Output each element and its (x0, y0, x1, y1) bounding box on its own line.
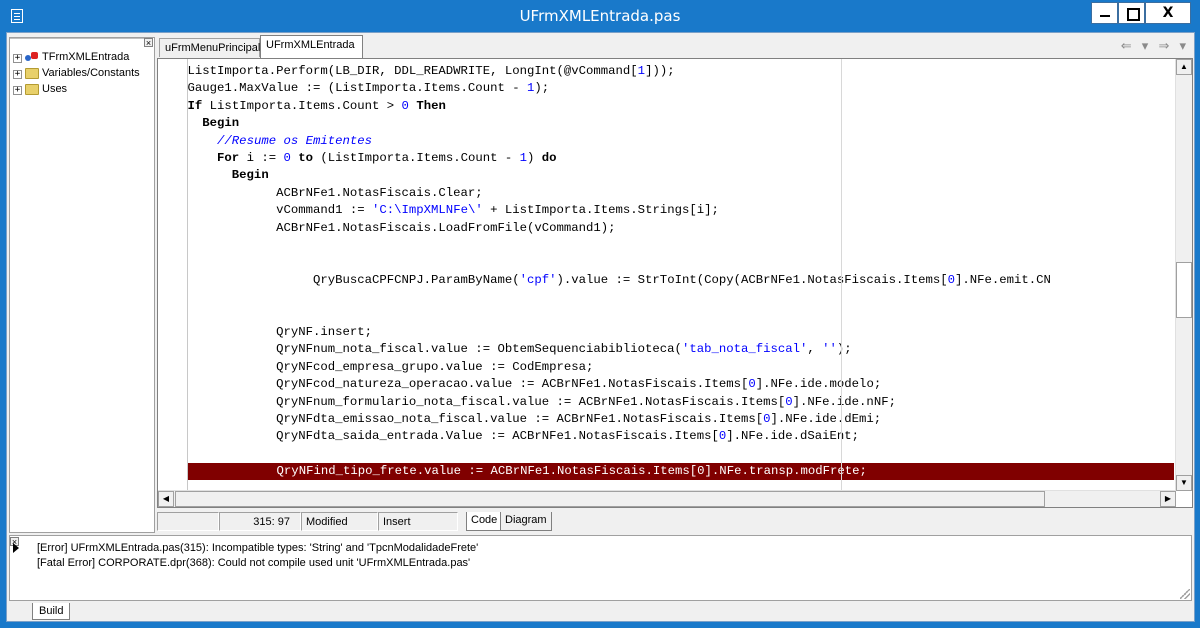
code-line[interactable]: QryNFcod_empresa_grupo.value := CodEmpre… (158, 359, 1174, 376)
resize-grip-icon[interactable] (1180, 589, 1190, 599)
code-line[interactable] (158, 289, 1174, 306)
tab-ufrmxmlentrada[interactable]: UFrmXMLEntrada (260, 35, 363, 58)
title-bar: UFrmXMLEntrada.pas X (0, 0, 1200, 32)
expand-icon[interactable]: + (13, 86, 22, 95)
message-error[interactable]: [Error] UFrmXMLEntrada.pas(315): Incompa… (37, 542, 478, 556)
folder-icon (25, 68, 39, 79)
status-panel-blank (157, 512, 219, 531)
code-line[interactable]: QryNF.insert; (158, 324, 1174, 341)
code-line[interactable]: QryNFdta_emissao_nota_fiscal.value := AC… (158, 411, 1174, 428)
code-editor[interactable]: ListImporta.Perform(LB_DIR, DDL_READWRIT… (157, 58, 1193, 508)
scroll-left-icon[interactable]: ◀ (158, 491, 174, 507)
class-icon (25, 52, 39, 63)
message-fatal-error[interactable]: [Fatal Error] CORPORATE.dpr(368): Could … (37, 557, 470, 571)
vertical-scrollbar[interactable]: ▲ ▼ (1175, 59, 1192, 491)
insert-mode-indicator: Insert (378, 512, 458, 531)
highlighted-error-line[interactable]: QryNFind_tipo_frete.value := ACBrNFe1.No… (188, 463, 1174, 481)
modified-indicator: Modified (301, 512, 378, 531)
code-line[interactable]: ListImporta.Perform(LB_DIR, DDL_READWRIT… (158, 63, 1174, 80)
code-line[interactable]: Gauge1.MaxValue := (ListImporta.Items.Co… (158, 80, 1174, 97)
messages-panel: × [Error] UFrmXMLEntrada.pas(315): Incom… (9, 535, 1192, 601)
editor-tab-bar: uFrmMenuPrincipal UFrmXMLEntrada ⇐ ▾ ⇒ ▾ (157, 35, 1193, 58)
expand-icon[interactable]: + (13, 70, 22, 79)
code-line[interactable]: //Resume os Emitentes (158, 133, 1174, 150)
code-line[interactable] (158, 446, 1174, 463)
expand-icon[interactable]: + (13, 54, 22, 63)
close-button[interactable]: X (1145, 2, 1191, 24)
vertical-scroll-thumb[interactable] (1176, 262, 1192, 318)
tab-ufrmmenuprincipal[interactable]: uFrmMenuPrincipal (159, 38, 260, 57)
horizontal-scrollbar[interactable]: ◀ ▶ (158, 490, 1176, 507)
navigation-arrows[interactable]: ⇐ ▾ ⇒ ▾ (1121, 39, 1189, 54)
code-line[interactable]: QryNFnum_nota_fiscal.value := ObtemSeque… (158, 341, 1174, 358)
right-margin-line (841, 59, 842, 491)
window-title: UFrmXMLEntrada.pas (519, 7, 681, 25)
tree-item-label: Uses (42, 83, 68, 95)
horizontal-scroll-thumb[interactable] (175, 491, 1045, 507)
code-line[interactable] (158, 254, 1174, 271)
code-line[interactable]: Begin (158, 115, 1174, 132)
code-area[interactable]: ListImporta.Perform(LB_DIR, DDL_READWRIT… (158, 63, 1174, 491)
cursor-position: 315: 97 (219, 512, 301, 531)
code-line[interactable] (158, 237, 1174, 254)
minimize-button[interactable] (1091, 2, 1118, 24)
ide-client-area: × + TFrmXMLEntrada + Variables/Constants… (6, 32, 1195, 622)
tab-diagram[interactable]: Diagram (500, 512, 552, 531)
scroll-down-icon[interactable]: ▼ (1176, 475, 1192, 491)
scroll-right-icon[interactable]: ▶ (1160, 491, 1176, 507)
code-line[interactable]: ACBrNFe1.NotasFiscais.LoadFromFile(vComm… (158, 220, 1174, 237)
tab-build[interactable]: Build (32, 603, 71, 620)
code-line[interactable]: QryNFnum_formulario_nota_fiscal.value :=… (158, 394, 1174, 411)
code-line[interactable]: vCommand1 := 'C:\ImpXMLNFe\' + ListImpor… (158, 202, 1174, 219)
code-line[interactable]: QryBuscaCPFCNPJ.ParamByName('cpf').value… (158, 272, 1174, 289)
tree-item-label: TFrmXMLEntrada (42, 51, 130, 63)
selected-message-arrow-icon (13, 543, 19, 553)
code-line[interactable]: If ListImporta.Items.Count > 0 Then (158, 98, 1174, 115)
editor-status-bar: 315: 97 Modified Insert Code Diagram (157, 511, 1193, 532)
code-line[interactable] (158, 307, 1174, 324)
code-explorer-header (10, 38, 144, 41)
tree-item-label: Variables/Constants (42, 67, 140, 79)
code-line[interactable]: For i := 0 to (ListImporta.Items.Count -… (158, 150, 1174, 167)
code-line[interactable]: ACBrNFe1.NotasFiscais.Clear; (158, 185, 1174, 202)
tab-code[interactable]: Code (466, 512, 502, 531)
code-explorer-tree: × + TFrmXMLEntrada + Variables/Constants… (9, 37, 155, 533)
folder-icon (25, 84, 39, 95)
maximize-button[interactable] (1118, 2, 1145, 24)
scroll-up-icon[interactable]: ▲ (1176, 59, 1192, 75)
code-line[interactable]: QryNFcod_natureza_operacao.value := ACBr… (158, 376, 1174, 393)
code-explorer-close-icon[interactable]: × (144, 38, 153, 48)
code-line[interactable]: QryNFdta_saida_entrada.Value := ACBrNFe1… (158, 428, 1174, 445)
code-line[interactable]: Begin (158, 167, 1174, 184)
